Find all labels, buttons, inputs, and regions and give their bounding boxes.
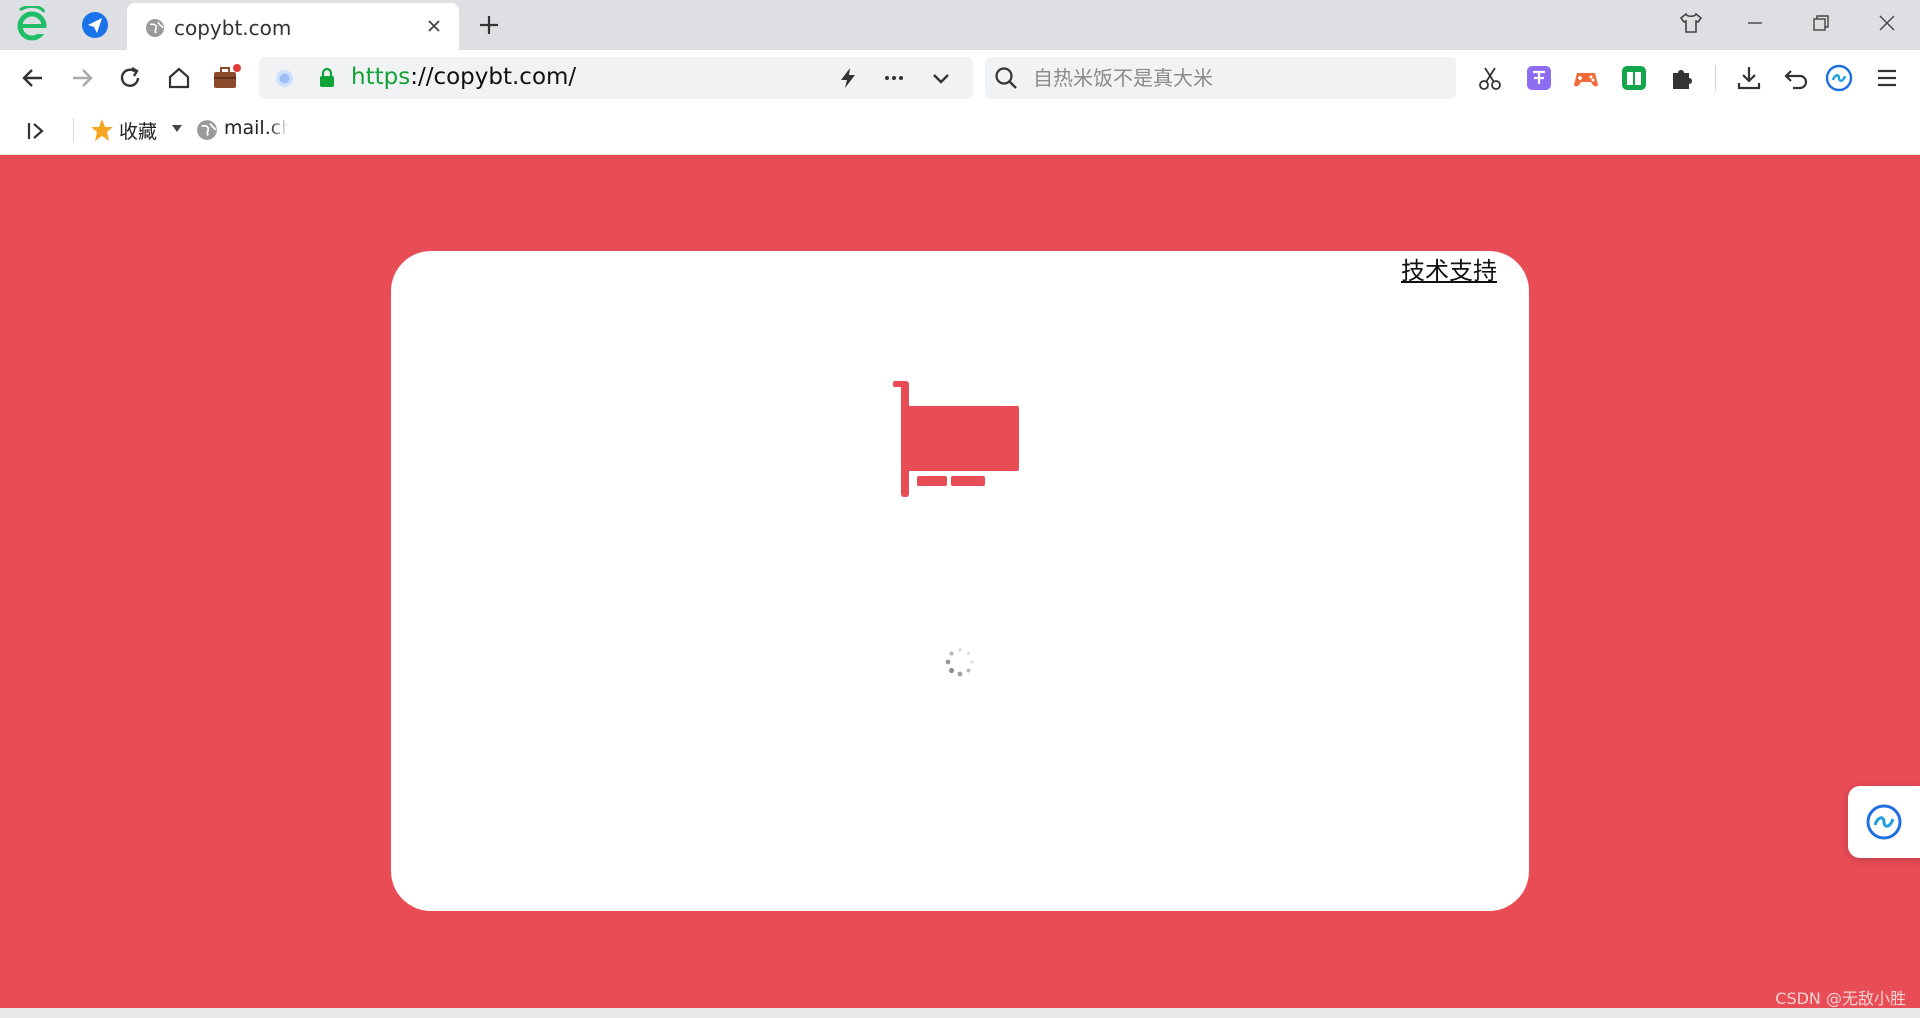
extensions-puzzle-icon[interactable]	[1667, 63, 1697, 93]
search-box[interactable]	[985, 57, 1456, 99]
undo-close-icon[interactable]	[1781, 63, 1811, 93]
tech-support-link[interactable]: 技术支持	[1401, 251, 1497, 286]
lightning-icon[interactable]	[836, 66, 860, 90]
address-bar[interactable]: https://copybt.com/	[259, 57, 973, 99]
search-icon	[995, 67, 1017, 89]
translate-icon[interactable]	[1524, 63, 1554, 93]
url-text[interactable]: https://copybt.com/	[351, 64, 576, 90]
close-tab-icon[interactable]	[423, 15, 445, 37]
skin-shirt-icon[interactable]	[1678, 10, 1704, 36]
bookmark-separator	[73, 118, 74, 142]
loading-spinner-icon	[945, 648, 974, 677]
home-icon[interactable]	[164, 63, 194, 93]
search-input[interactable]	[1031, 62, 1445, 94]
favorites-label[interactable]: 收藏	[119, 117, 157, 144]
star-icon[interactable]	[89, 117, 115, 143]
site-security-icon[interactable]	[275, 69, 294, 88]
globe-icon	[197, 120, 217, 140]
url-host: ://copybt.com/	[410, 64, 577, 90]
reload-icon[interactable]	[115, 63, 145, 93]
scissors-icon[interactable]	[1475, 63, 1505, 93]
lock-icon[interactable]	[318, 68, 336, 88]
back-icon[interactable]	[18, 63, 48, 93]
ai-assistant-icon[interactable]	[1824, 63, 1854, 93]
minimize-icon[interactable]	[1742, 10, 1768, 36]
more-dots-icon[interactable]	[882, 66, 906, 90]
url-scheme: https	[351, 64, 411, 90]
restore-icon[interactable]	[1808, 10, 1834, 36]
chevron-down-icon[interactable]	[929, 66, 953, 90]
pinned-tab-send-icon[interactable]	[80, 10, 110, 40]
tab-title: copybt.com	[174, 16, 292, 40]
active-tab[interactable]: copybt.com	[127, 3, 459, 50]
caret-down-icon[interactable]	[172, 125, 182, 132]
navigation-toolbar: https://copybt.com/	[0, 50, 1920, 106]
bookmark-mail[interactable]: mail.ch	[224, 117, 288, 139]
sidebar-toggle-icon[interactable]	[24, 119, 48, 143]
tab-strip: copybt.com	[0, 0, 1920, 50]
browser-logo-icon[interactable]	[14, 6, 50, 42]
globe-icon	[146, 19, 164, 37]
menu-icon[interactable]	[1872, 63, 1902, 93]
forward-icon[interactable]	[67, 63, 97, 93]
briefcase-icon[interactable]	[211, 63, 241, 93]
download-icon[interactable]	[1734, 63, 1764, 93]
bookmarks-bar: 收藏 mail.ch	[0, 106, 1920, 155]
watermark-text: CSDN @无敌小胜	[1775, 989, 1906, 1008]
ai-assistant-icon	[1866, 804, 1902, 840]
new-tab-icon[interactable]	[477, 13, 501, 37]
network-card-icon	[893, 381, 1019, 497]
content-card: 技术支持	[391, 251, 1529, 911]
reader-book-icon[interactable]	[1619, 63, 1649, 93]
bottom-status-strip	[0, 1008, 1920, 1018]
floating-assistant-button[interactable]	[1848, 786, 1920, 858]
toolbar-separator	[1715, 65, 1716, 91]
web-page: 技术支持 CSDN @无敌小胜	[0, 155, 1920, 1008]
game-controller-icon[interactable]	[1571, 63, 1601, 93]
close-window-icon[interactable]	[1874, 10, 1900, 36]
